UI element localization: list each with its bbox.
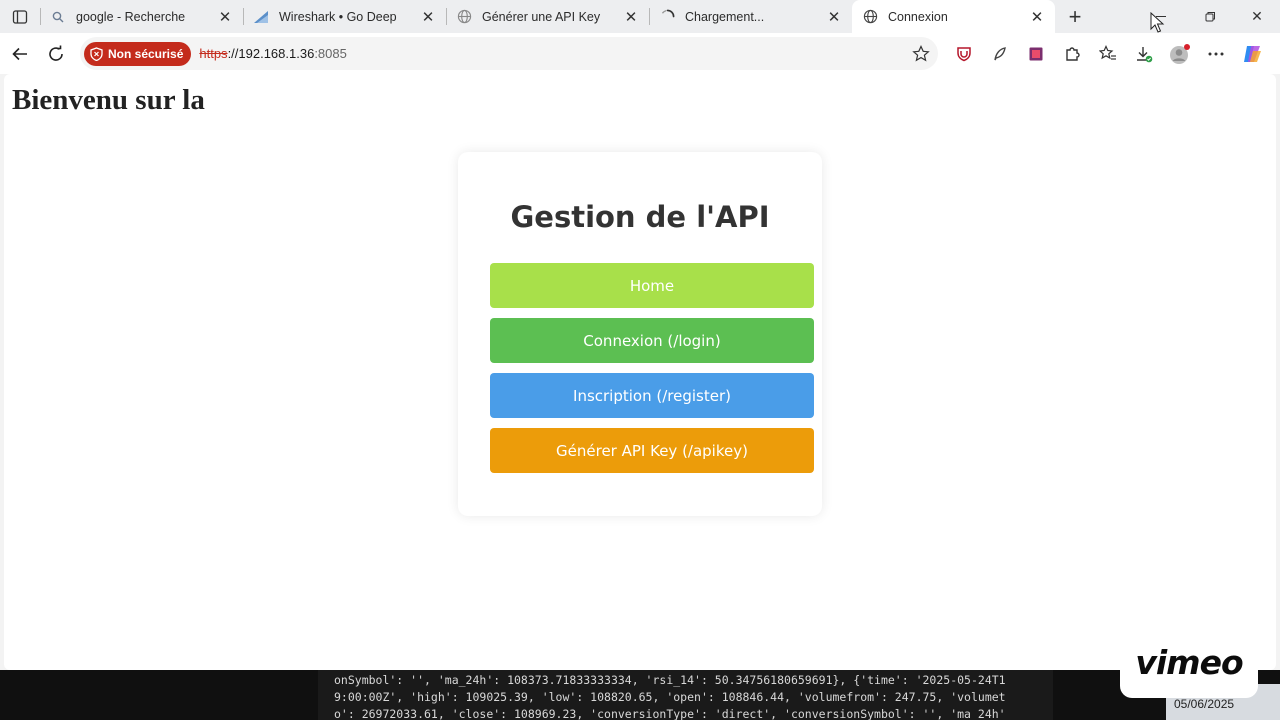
close-icon[interactable]: ✕ — [623, 9, 639, 26]
tab-title: Wireshark • Go Deep — [279, 9, 397, 24]
toolbar-right — [946, 33, 1270, 74]
tab-chargement[interactable]: Chargement... ✕ — [649, 0, 852, 33]
page-viewport: Bienvenu sur la Gestion de l'API Home Co… — [4, 74, 1276, 670]
close-icon[interactable]: ✕ — [1029, 9, 1045, 26]
avatar-icon — [1170, 43, 1190, 64]
plus-icon: + — [1068, 3, 1082, 29]
tab-strip: google - Recherche ✕ Wireshark • Go Deep… — [0, 0, 1280, 33]
taskbar-date: 05/06/2025 — [1174, 697, 1235, 711]
refresh-button[interactable] — [38, 36, 74, 72]
terminal-output: onSymbol': '', 'ma_24h': 108373.71833333… — [318, 670, 1053, 720]
wireshark-fin-icon — [253, 9, 269, 25]
back-button[interactable] — [2, 36, 38, 72]
star-icon — [912, 45, 930, 62]
extension-button[interactable] — [1018, 36, 1054, 72]
vimeo-watermark: vimeo — [1120, 626, 1258, 698]
ublock-extension-icon — [957, 46, 971, 61]
back-arrow-icon — [12, 47, 27, 60]
terminal-line: 9:00:00Z', 'high': 109025.39, 'low': 108… — [334, 690, 1006, 704]
tab-wireshark[interactable]: Wireshark • Go Deep ✕ — [243, 0, 446, 33]
restore-icon — [1205, 12, 1215, 22]
favorites-button[interactable] — [1090, 36, 1126, 72]
downloads-button[interactable] — [1126, 36, 1162, 72]
security-badge[interactable]: Non sécurisé — [84, 41, 192, 66]
puzzle-icon — [1065, 47, 1080, 61]
close-icon[interactable]: ✕ — [826, 9, 842, 26]
copilot-icon — [1244, 45, 1261, 62]
login-button[interactable]: Connexion (/login) — [490, 318, 814, 363]
copilot-button[interactable] — [1234, 36, 1270, 72]
tab-separator — [446, 8, 447, 25]
tab-actions-button[interactable] — [0, 0, 40, 33]
search-icon — [50, 9, 66, 25]
terminal-line: o': 26972033.61, 'close': 108969.23, 'co… — [334, 707, 1006, 720]
background-terminal-strip: onSymbol': '', 'ma_24h': 108373.71833333… — [0, 670, 1280, 720]
extension-button[interactable] — [982, 36, 1018, 72]
tab-separator — [649, 8, 650, 25]
url-scheme: https — [199, 46, 228, 61]
address-bar[interactable]: Non sécurisé https://192.168.1.36:8085 — [80, 37, 938, 70]
settings-menu-button[interactable] — [1198, 36, 1234, 72]
extensions-button[interactable] — [1054, 36, 1090, 72]
mouse-cursor-icon — [1150, 12, 1165, 33]
shield-warning-icon — [90, 46, 103, 61]
restore-button[interactable] — [1187, 0, 1233, 33]
loading-spinner-icon — [659, 9, 675, 25]
generate-api-key-button[interactable]: Générer API Key (/apikey) — [490, 428, 814, 473]
tab-google[interactable]: google - Recherche ✕ — [40, 0, 243, 33]
close-icon[interactable]: ✕ — [420, 9, 436, 26]
url-port: :8085 — [314, 46, 347, 61]
extension-button[interactable] — [946, 36, 982, 72]
tab-title: Connexion — [888, 9, 948, 24]
favorites-list-icon — [1099, 44, 1116, 60]
url-text[interactable]: https://192.168.1.36:8085 — [199, 46, 346, 61]
navigation-bar: Non sécurisé https://192.168.1.36:8085 — [0, 33, 1280, 74]
security-label: Non sécurisé — [108, 46, 184, 61]
tab-connexion[interactable]: Connexion ✕ — [852, 0, 1055, 33]
api-card: Gestion de l'API Home Connexion (/login)… — [458, 152, 822, 516]
register-button[interactable]: Inscription (/register) — [490, 373, 814, 418]
media-extension-icon — [1029, 47, 1043, 60]
profile-button[interactable] — [1162, 36, 1198, 72]
close-window-button[interactable]: ✕ — [1234, 0, 1280, 33]
page-heading: Bienvenu sur la — [12, 84, 205, 116]
tab-title: google - Recherche — [76, 9, 186, 24]
terminal-line: onSymbol': '', 'ma_24h': 108373.71833333… — [334, 673, 1006, 687]
home-button[interactable]: Home — [490, 263, 814, 308]
tab-separator — [243, 8, 244, 25]
url-host: ://192.168.1.36 — [227, 46, 315, 61]
tab-generer-api-key[interactable]: Générer une API Key ✕ — [446, 0, 649, 33]
refresh-icon — [49, 45, 63, 61]
new-tab-button[interactable]: + — [1055, 0, 1095, 33]
feather-extension-icon — [994, 46, 1006, 60]
close-icon[interactable]: ✕ — [217, 9, 233, 26]
tab-title: Chargement... — [685, 9, 765, 24]
globe-icon — [862, 9, 878, 25]
close-icon: ✕ — [1251, 8, 1263, 24]
globe-icon — [456, 9, 472, 25]
card-title: Gestion de l'API — [510, 200, 770, 234]
more-dots-icon — [1208, 52, 1224, 55]
download-icon — [1137, 46, 1153, 62]
tab-actions-icon — [12, 9, 28, 24]
add-favorite-button[interactable] — [912, 45, 930, 68]
tab-title: Générer une API Key — [482, 9, 601, 24]
tab-separator — [40, 8, 41, 25]
